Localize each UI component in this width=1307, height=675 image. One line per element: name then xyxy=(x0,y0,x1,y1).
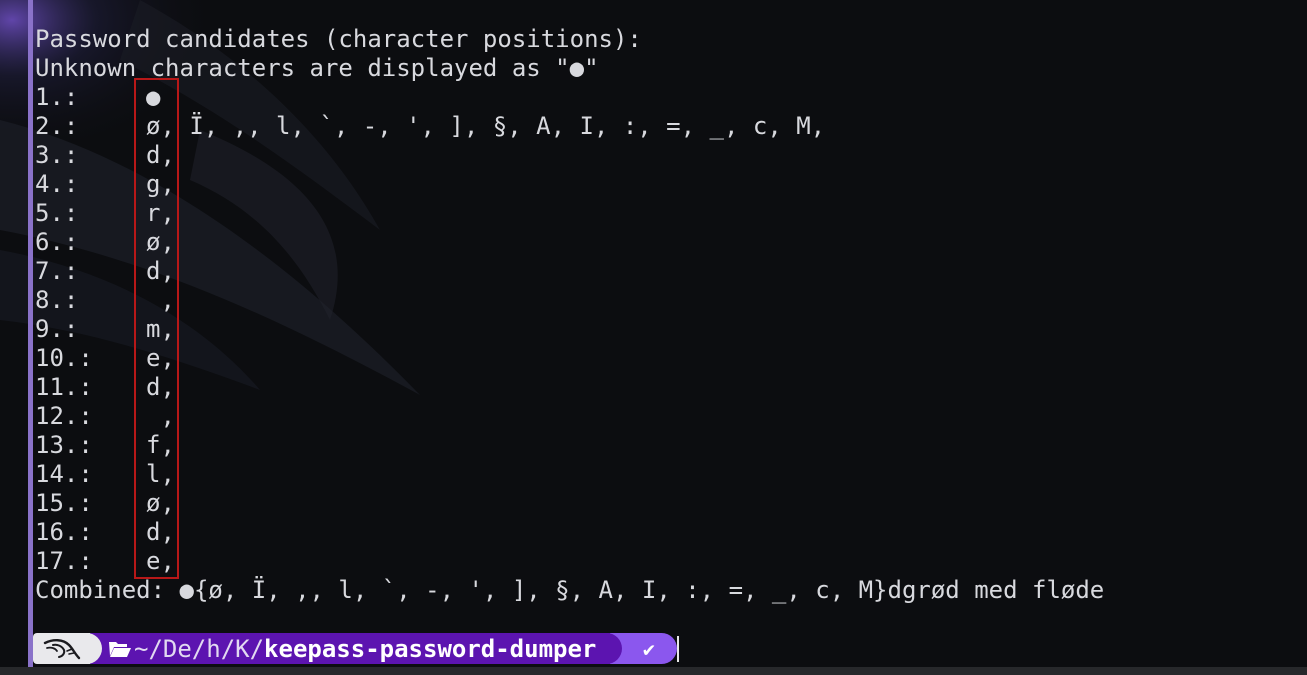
row-index: 12.: xyxy=(35,402,93,430)
check-icon: ✔ xyxy=(642,636,655,661)
path-current-directory: keepass-password-dumper xyxy=(264,634,597,663)
row-index: 14.: xyxy=(35,460,93,488)
left-accent-bar xyxy=(28,0,33,675)
row-candidates: ø, Ï, ,, l, `, -, ', ], §, A, I, :, =, _… xyxy=(146,112,826,140)
terminal-window[interactable]: Password candidates (character positions… xyxy=(0,0,1307,675)
row-index: 8.: xyxy=(35,286,79,314)
shell-prompt: ~/De/h/K/keepass-password-dumper ✔ xyxy=(33,633,678,664)
unknown-note-line: Unknown characters are displayed as "●" xyxy=(35,54,599,82)
row-index: 1.: xyxy=(35,83,79,111)
row-index: 16.: xyxy=(35,518,93,546)
path-prefix: ~/De/h/K/ xyxy=(134,634,265,663)
kali-dragon-icon xyxy=(43,638,80,659)
row-index: 7.: xyxy=(35,257,79,285)
row-index: 2.: xyxy=(35,112,79,140)
text-cursor xyxy=(677,636,679,662)
prompt-os-segment xyxy=(33,633,102,664)
row-index: 10.: xyxy=(35,344,93,372)
combined-line: Combined: ●{ø, Ï, ,, l, `, -, ', ], §, A… xyxy=(35,576,1105,604)
heading-line: Password candidates (character positions… xyxy=(35,25,642,53)
row-index: 5.: xyxy=(35,199,79,227)
wallpaper-dragon-silhouette xyxy=(0,0,1307,675)
row-index: 13.: xyxy=(35,431,93,459)
first-candidate-column-highlight xyxy=(134,78,179,579)
row-index: 9.: xyxy=(35,315,79,343)
row-index: 17.: xyxy=(35,547,93,575)
row-index: 3.: xyxy=(35,141,79,169)
prompt-path: ~/De/h/K/keepass-password-dumper xyxy=(134,635,596,663)
window-bottom-border xyxy=(0,667,1307,675)
folder-open-icon xyxy=(109,641,131,657)
row-index: 6.: xyxy=(35,228,79,256)
row-index: 15.: xyxy=(35,489,93,517)
prompt-path-segment: ~/De/h/K/keepass-password-dumper xyxy=(90,633,623,664)
row-index: 11.: xyxy=(35,373,93,401)
row-index: 4.: xyxy=(35,170,79,198)
